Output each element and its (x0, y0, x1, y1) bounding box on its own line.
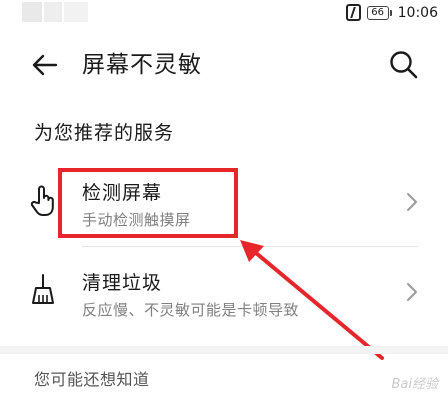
watermark-text: Bai经验 (391, 377, 439, 392)
related-questions-title: 您可能还想知道 (34, 370, 150, 389)
section-separator (0, 346, 448, 354)
annotation-arrow (240, 240, 384, 360)
